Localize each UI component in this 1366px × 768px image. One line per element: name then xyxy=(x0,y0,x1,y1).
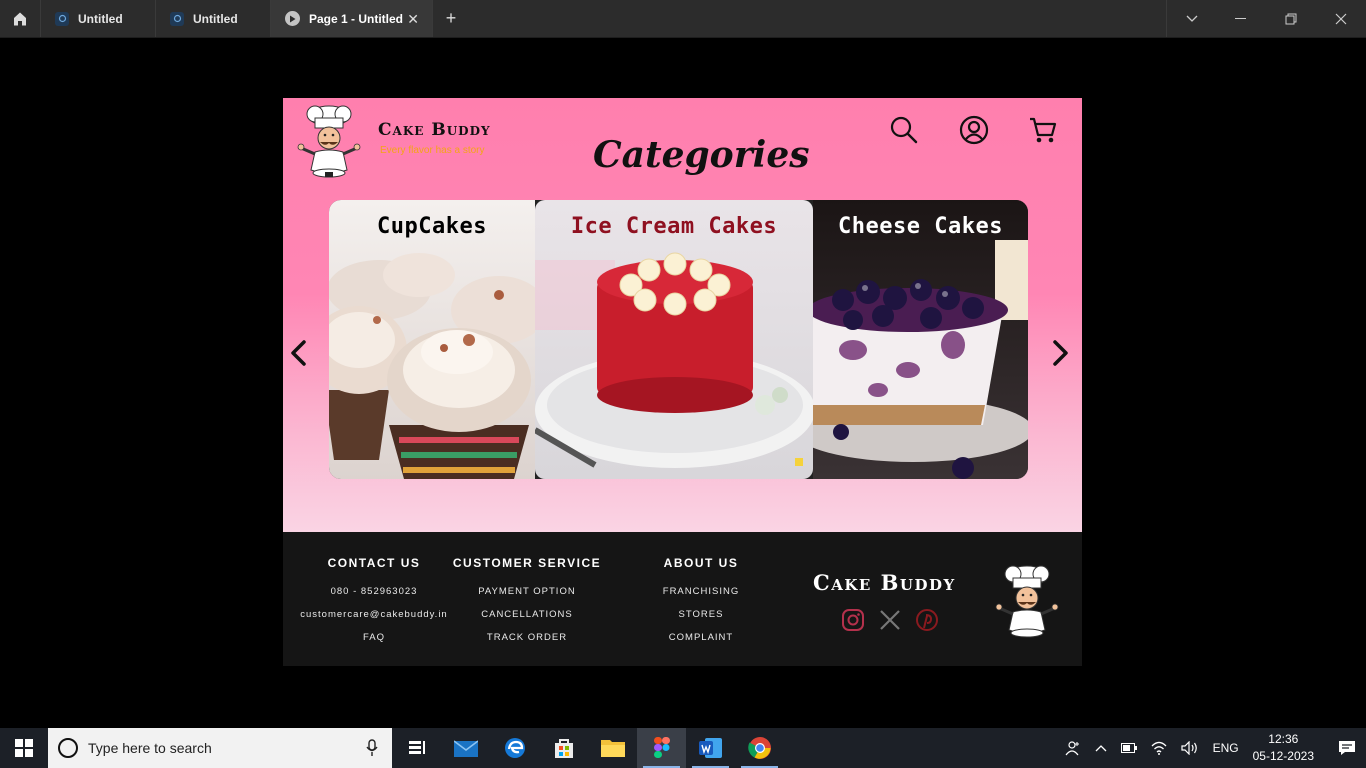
tab-label: Untitled xyxy=(78,11,123,26)
people-icon[interactable] xyxy=(1065,740,1081,756)
wifi-icon[interactable] xyxy=(1151,741,1167,755)
footer-service-column: CUSTOMER SERVICE PAYMENT OPTION CANCELLA… xyxy=(449,556,605,655)
footer-franchising-link[interactable]: FRANCHISING xyxy=(638,586,764,597)
word-icon[interactable] xyxy=(686,728,735,768)
tab-label: Page 1 - Untitled xyxy=(309,11,404,26)
chevron-down-icon xyxy=(1186,15,1197,22)
brand-tagline: Every flavor has a story xyxy=(380,145,485,156)
taskbar-search-placeholder: Type here to search xyxy=(88,740,212,756)
footer-brand-name: Cake Buddy xyxy=(813,570,956,595)
tab-untitled-1[interactable]: Untitled xyxy=(41,0,156,37)
battery-icon[interactable] xyxy=(1120,743,1137,753)
search-icon[interactable] xyxy=(889,115,919,145)
ice-cream-cake-image xyxy=(535,200,813,479)
home-button[interactable] xyxy=(0,0,41,37)
restore-button[interactable] xyxy=(1266,0,1316,37)
system-tray: ENG 12:36 05-12-2023 xyxy=(1065,731,1366,765)
clock-date: 05-12-2023 xyxy=(1252,749,1314,763)
footer-heading: CUSTOMER SERVICE xyxy=(452,556,602,570)
close-icon xyxy=(1335,13,1347,24)
category-card-cheese-cakes[interactable]: Cheese Cakes xyxy=(813,200,1028,479)
footer-payment-link[interactable]: PAYMENT OPTION xyxy=(449,586,605,597)
tab-untitled-2[interactable]: Untitled xyxy=(156,0,271,37)
category-card-cupcakes[interactable]: CupCakes xyxy=(329,200,535,479)
brand-name[interactable]: Cake Buddy xyxy=(378,120,491,140)
chevron-right-icon[interactable] xyxy=(1048,338,1072,368)
figma-icon[interactable] xyxy=(637,728,686,768)
figma-file-icon xyxy=(170,11,184,26)
category-carousel: CupCakes Ice Cream Cakes Cheese Cakes xyxy=(329,200,1028,479)
tab-bar-spacer xyxy=(469,0,1166,37)
home-icon xyxy=(14,12,26,25)
tab-list-dropdown[interactable] xyxy=(1166,0,1216,37)
x-icon[interactable] xyxy=(878,608,902,632)
microphone-icon[interactable] xyxy=(366,739,378,757)
category-card-ice-cream-cakes[interactable]: Ice Cream Cakes xyxy=(535,200,813,479)
clock-time: 12:36 xyxy=(1268,732,1299,746)
chevron-left-icon[interactable] xyxy=(287,338,311,368)
pinterest-icon[interactable] xyxy=(915,608,939,632)
taskbar-clock[interactable]: 12:36 05-12-2023 xyxy=(1253,731,1314,765)
close-tab-icon[interactable]: ✕ xyxy=(407,11,419,28)
tab-prototype-page-1[interactable]: Page 1 - Untitled ✕ xyxy=(271,0,433,37)
footer-phone[interactable]: 080 - 852963023 xyxy=(298,586,450,597)
chef-logo-icon[interactable] xyxy=(295,102,363,178)
category-title: CupCakes xyxy=(377,214,487,239)
taskbar-search-box[interactable]: Type here to search xyxy=(48,728,392,768)
windows-taskbar: Type here to search ENG 12:36 05-12-2023 xyxy=(0,728,1366,768)
start-button[interactable] xyxy=(0,728,48,768)
volume-icon[interactable] xyxy=(1180,741,1199,755)
user-icon[interactable] xyxy=(959,115,989,145)
cortana-icon xyxy=(58,738,78,758)
app-tab-bar: Untitled Untitled Page 1 - Untitled ✕ + xyxy=(0,0,1366,38)
hero-section: Cake Buddy Every flavor has a story Cate… xyxy=(283,98,1082,532)
mail-icon[interactable] xyxy=(441,728,490,768)
play-icon xyxy=(285,11,300,26)
footer-track-order-link[interactable]: TRACK ORDER xyxy=(449,632,605,643)
notifications-icon[interactable] xyxy=(1338,740,1356,756)
chef-mascot-icon xyxy=(995,565,1059,638)
language-indicator[interactable]: ENG xyxy=(1213,741,1239,755)
category-title: Cheese Cakes xyxy=(838,214,1003,239)
windows-logo-icon xyxy=(15,739,33,757)
tab-label: Untitled xyxy=(193,11,238,26)
minimize-button[interactable] xyxy=(1216,0,1266,37)
cheese-cake-image xyxy=(813,200,1028,479)
site-footer: CONTACT US 080 - 852963023 customercare@… xyxy=(283,532,1082,666)
footer-heading: CONTACT US xyxy=(327,556,421,570)
file-explorer-icon[interactable] xyxy=(588,728,637,768)
new-tab-button[interactable]: + xyxy=(433,0,469,37)
store-icon[interactable] xyxy=(539,728,588,768)
footer-heading: ABOUT US xyxy=(663,556,739,570)
edge-icon[interactable] xyxy=(490,728,539,768)
footer-stores-link[interactable]: STORES xyxy=(638,609,764,620)
minimize-icon xyxy=(1235,17,1246,19)
figma-file-icon xyxy=(55,11,69,26)
footer-faq-link[interactable]: FAQ xyxy=(298,632,450,643)
close-window-button[interactable] xyxy=(1316,0,1366,37)
chrome-icon[interactable] xyxy=(735,728,784,768)
footer-email[interactable]: customercare@cakebuddy.in xyxy=(298,609,450,620)
footer-about-column: ABOUT US FRANCHISING STORES COMPLAINT xyxy=(638,556,764,655)
prototype-frame: Cake Buddy Every flavor has a story Cate… xyxy=(283,98,1082,666)
category-title: Ice Cream Cakes xyxy=(570,214,778,239)
instagram-icon[interactable] xyxy=(841,608,865,632)
cupcakes-image xyxy=(329,200,535,479)
footer-complaint-link[interactable]: COMPLAINT xyxy=(638,632,764,643)
restore-icon xyxy=(1285,13,1297,24)
task-view-icon[interactable] xyxy=(392,728,441,768)
footer-contact-column: CONTACT US 080 - 852963023 customercare@… xyxy=(298,556,450,655)
footer-cancellations-link[interactable]: CANCELLATIONS xyxy=(449,609,605,620)
chevron-up-icon[interactable] xyxy=(1095,744,1107,752)
cart-icon[interactable] xyxy=(1028,115,1058,145)
page-title: Categories xyxy=(593,134,810,176)
